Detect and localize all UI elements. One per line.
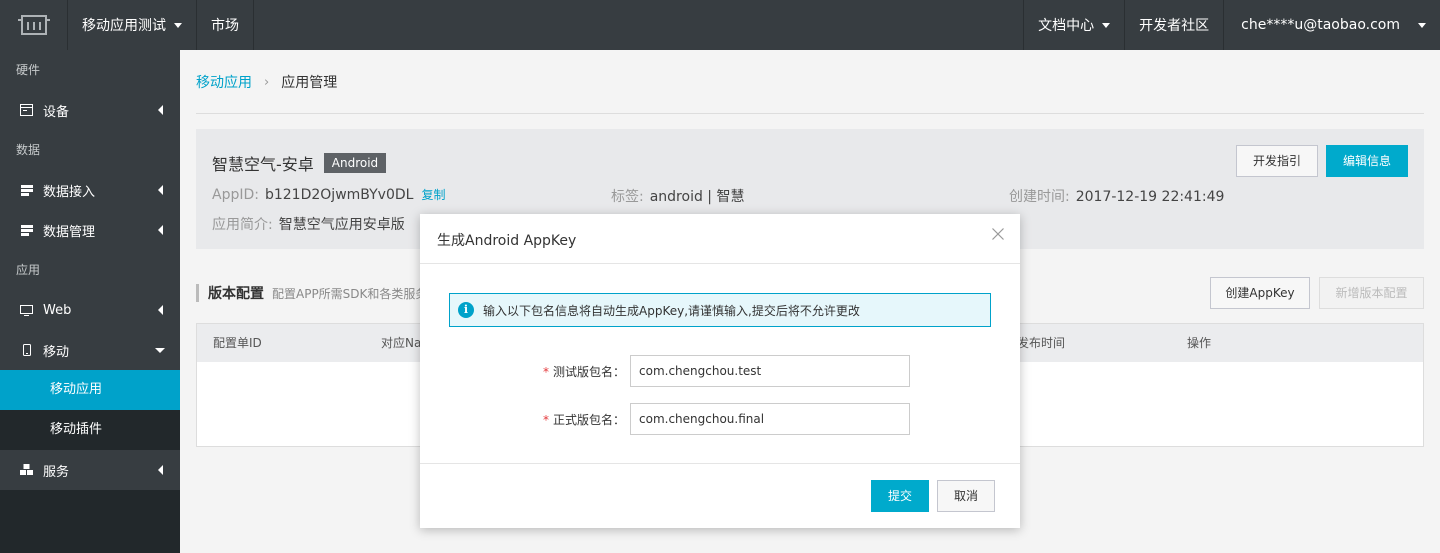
column-header: 操作 — [1187, 336, 1212, 350]
created-time-row: 创建时间: 2017-12-19 22:41:49 — [1009, 186, 1224, 206]
cancel-button[interactable]: 取消 — [937, 480, 995, 512]
close-icon[interactable] — [992, 228, 1008, 244]
sidebar-group-app: 应用 — [0, 250, 180, 290]
sidebar-item-data-manage[interactable]: 数据管理 — [0, 210, 180, 250]
chevron-down-icon — [1102, 22, 1111, 28]
sidebar-item-label: 移动 — [43, 344, 70, 360]
sidebar-item-label: 服务 — [43, 464, 70, 480]
sidebar: 硬件 设备 数据 数据接入 数据管理 应用 Web 移动 移动应用 移动插件 服… — [0, 50, 180, 553]
sidebar-item-mobile-plugin[interactable]: 移动插件 — [0, 410, 180, 450]
breadcrumb: 移动应用 › 应用管理 — [196, 72, 337, 92]
app-switcher-label: 移动应用测试 — [82, 18, 166, 34]
breadcrumb-parent-link[interactable]: 移动应用 — [196, 72, 252, 92]
chevron-down-icon — [1418, 22, 1426, 28]
chevron-left-icon — [158, 185, 163, 195]
sidebar-item-label: Web — [43, 302, 72, 318]
new-version-config-button[interactable]: 新增版本配置 — [1319, 277, 1424, 309]
description-label: 应用简介: — [212, 217, 273, 233]
app-switcher-menu[interactable]: 移动应用测试 — [68, 0, 197, 50]
appid-label: AppID: — [212, 187, 259, 203]
column-header: 对应Na — [381, 336, 422, 350]
community-label: 开发者社区 — [1139, 18, 1210, 34]
sidebar-item-label: 数据管理 — [43, 224, 96, 240]
app-title-row: 智慧空气-安卓 Android — [212, 151, 387, 175]
generate-appkey-dialog: 生成Android AppKey i 输入以下包名信息将自动生成AppKey,请… — [420, 214, 1020, 528]
community-link[interactable]: 开发者社区 — [1125, 0, 1225, 50]
market-link[interactable]: 市场 — [197, 0, 254, 50]
docs-menu[interactable]: 文档中心 — [1023, 0, 1126, 50]
sidebar-item-mobile[interactable]: 移动 — [0, 330, 180, 370]
tags-label: 标签: — [611, 189, 644, 205]
appid-row: AppID: b121D2OjwmBYv0DL 复制 — [212, 186, 445, 203]
docs-label: 文档中心 — [1038, 18, 1095, 34]
logo[interactable] — [0, 0, 68, 50]
tags-value: android | 智慧 — [649, 189, 745, 205]
required-mark: * — [542, 365, 549, 379]
logo-icon — [17, 15, 50, 35]
description-value: 智慧空气应用安卓版 — [278, 217, 405, 233]
sidebar-group-data: 数据 — [0, 130, 180, 170]
section-title: 版本配置 — [208, 286, 264, 302]
tags-row: 标签: android | 智慧 — [611, 186, 744, 206]
sidebar-group-hardware: 硬件 — [0, 50, 180, 90]
breadcrumb-current: 应用管理 — [281, 75, 338, 91]
prod-package-input[interactable] — [630, 403, 910, 435]
sidebar-item-label: 数据接入 — [43, 184, 96, 200]
app-name: 智慧空气-安卓 — [212, 155, 314, 174]
chevron-left-icon — [158, 465, 163, 475]
sidebar-item-web[interactable]: Web — [0, 290, 180, 330]
chevron-down-icon — [155, 348, 165, 353]
market-label: 市场 — [211, 18, 239, 34]
info-icon: i — [458, 302, 474, 318]
column-header: 配置单ID — [213, 336, 262, 350]
mobile-phone-icon — [20, 344, 33, 357]
create-appkey-button[interactable]: 创建AppKey — [1210, 277, 1310, 309]
prod-package-label-text: 正式版包名： — [552, 413, 625, 427]
device-icon — [20, 104, 33, 117]
sidebar-item-mobile-app[interactable]: 移动应用 — [0, 370, 180, 410]
test-package-input[interactable] — [630, 355, 910, 387]
created-time-label: 创建时间: — [1009, 189, 1070, 205]
edit-info-button[interactable]: 编辑信息 — [1326, 145, 1408, 177]
dialog-title: 生成Android AppKey — [437, 233, 577, 249]
column-header: 发布时间 — [1017, 336, 1066, 350]
chevron-down-icon — [174, 22, 182, 28]
divider — [196, 113, 1424, 114]
prod-package-label: * 正式版包名： — [543, 411, 625, 428]
sidebar-item-device[interactable]: 设备 — [0, 90, 180, 130]
server-icon — [20, 224, 33, 237]
monitor-icon — [20, 304, 33, 317]
info-alert: i 输入以下包名信息将自动生成AppKey,请谨慎输入,提交后将不允许更改 — [449, 293, 991, 327]
user-account: che****u@taobao.com — [1241, 17, 1400, 33]
sidebar-item-data-access[interactable]: 数据接入 — [0, 170, 180, 210]
chevron-left-icon — [158, 105, 163, 115]
sidebar-item-service[interactable]: 服务 — [0, 450, 180, 490]
prod-package-row: * 正式版包名： — [420, 403, 1020, 435]
chevron-left-icon — [158, 225, 163, 235]
description-row: 应用简介: 智慧空气应用安卓版 — [212, 214, 405, 234]
created-time-value: 2017-12-19 22:41:49 — [1075, 189, 1225, 205]
user-menu[interactable]: che****u@taobao.com — [1224, 0, 1440, 50]
test-package-label-text: 测试版包名： — [552, 365, 625, 379]
alert-text: 输入以下包名信息将自动生成AppKey,请谨慎输入,提交后将不允许更改 — [483, 303, 860, 318]
version-config-header: 版本配置 配置APP所需SDK和各类服务 — [196, 284, 427, 302]
copy-appid-link[interactable]: 复制 — [421, 188, 445, 202]
test-package-label: * 测试版包名： — [543, 363, 625, 380]
test-package-row: * 测试版包名： — [420, 355, 1020, 387]
section-description: 配置APP所需SDK和各类服务 — [272, 286, 428, 301]
server-icon — [20, 184, 33, 197]
platform-badge: Android — [323, 153, 387, 173]
top-nav-bar: 移动应用测试 市场 文档中心 开发者社区 che****u@taobao.com — [0, 0, 1440, 50]
dev-guide-button[interactable]: 开发指引 — [1236, 145, 1318, 177]
dialog-header: 生成Android AppKey — [420, 214, 1020, 264]
sidebar-item-label: 设备 — [43, 104, 70, 120]
dialog-footer: 提交 取消 — [420, 463, 1020, 528]
chevron-right-icon: › — [264, 74, 270, 90]
chevron-left-icon — [158, 305, 163, 315]
cubes-icon — [20, 464, 33, 477]
submit-button[interactable]: 提交 — [871, 480, 929, 512]
appid-value: b121D2OjwmBYv0DL — [264, 187, 414, 203]
required-mark: * — [542, 413, 549, 427]
